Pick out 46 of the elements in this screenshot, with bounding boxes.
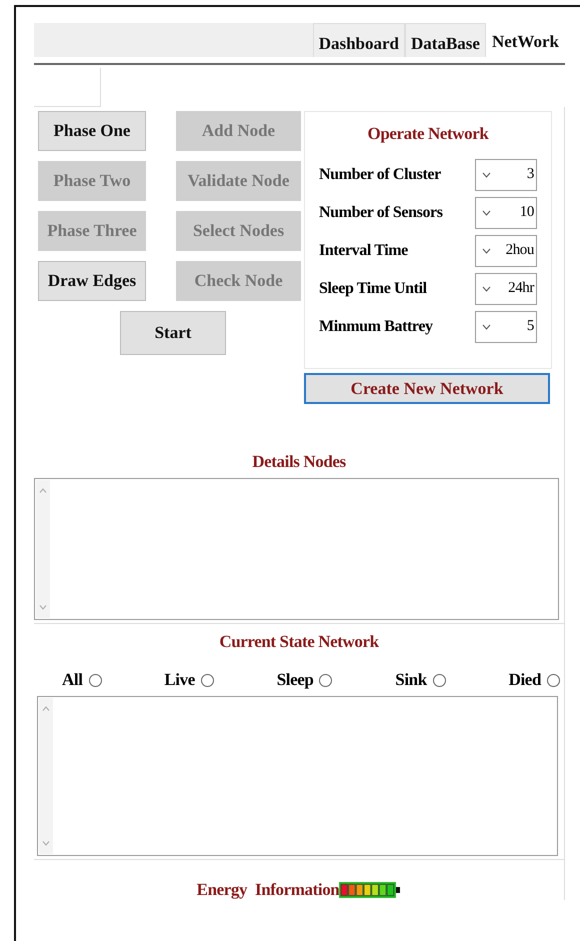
field-label: Minmum Battrey	[319, 318, 433, 336]
start-button[interactable]: Start	[120, 311, 226, 355]
radio-label: Sleep	[276, 670, 314, 690]
chevron-down-icon	[482, 286, 491, 292]
phase-button[interactable]: Draw Edges	[38, 261, 146, 301]
energy-title: Energy Information	[196, 880, 340, 900]
radio-button[interactable]	[319, 674, 332, 686]
scroll-down-icon[interactable]	[39, 605, 47, 610]
radio-label: Died	[508, 670, 541, 690]
number-dropdown[interactable]: 2hou	[475, 234, 537, 266]
field-label: Interval Time	[319, 242, 408, 260]
tab[interactable]: DataBase	[405, 23, 486, 57]
radio-label: Sink	[395, 670, 427, 690]
radio-button[interactable]	[547, 674, 560, 686]
scrollbar[interactable]	[39, 698, 53, 854]
field-label: Number of Cluster	[319, 166, 441, 184]
radio-button[interactable]	[88, 674, 102, 686]
number-dropdown[interactable]: 3	[475, 158, 537, 190]
phase-button[interactable]: Phase One	[38, 111, 146, 151]
scroll-down-icon[interactable]	[42, 841, 50, 846]
scrollbar[interactable]	[36, 480, 50, 618]
create-network-button[interactable]: Create New Network	[304, 373, 550, 404]
number-dropdown[interactable]: 24hr	[475, 272, 537, 304]
radio-label: All	[62, 670, 83, 690]
blank-tab[interactable]	[34, 68, 101, 107]
scroll-up-icon[interactable]	[42, 706, 50, 711]
chevron-down-icon	[482, 210, 491, 216]
details-textarea[interactable]	[34, 478, 559, 620]
radio-button[interactable]	[432, 674, 446, 686]
field-label: Sleep Time Until	[319, 280, 427, 298]
number-dropdown[interactable]: 10	[475, 196, 537, 228]
tab[interactable]: NetWork	[486, 23, 565, 57]
scroll-up-icon[interactable]	[39, 488, 47, 493]
battery-icon	[339, 882, 402, 898]
details-nodes-title: Details Nodes	[251, 452, 347, 472]
chevron-down-icon	[482, 324, 491, 330]
tab[interactable]: Dashboard	[312, 23, 405, 57]
number-dropdown[interactable]: 5	[475, 310, 537, 342]
state-textarea[interactable]	[37, 696, 558, 856]
field-label: Number of Sensors	[319, 204, 443, 222]
radio-button[interactable]	[200, 674, 214, 686]
current-state-title: Current State Network	[218, 632, 380, 652]
radio-label: Live	[164, 670, 195, 690]
chevron-down-icon	[482, 248, 491, 254]
chevron-down-icon	[482, 172, 491, 178]
operate-network-title: Operate Network	[366, 124, 490, 144]
